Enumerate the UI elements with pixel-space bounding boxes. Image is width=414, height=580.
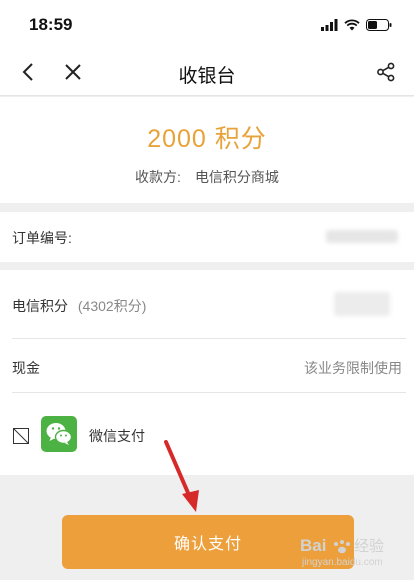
order-number-label: 订单编号:	[12, 230, 72, 246]
points-available: (4302积分)	[77, 298, 147, 314]
red-arrow-annotation	[164, 440, 199, 512]
divider	[12, 338, 406, 339]
cash-restriction-hint: 该业务限制使用	[304, 360, 402, 376]
share-button[interactable]	[372, 58, 400, 86]
share-icon	[377, 62, 395, 82]
wechat-pay-label: 微信支付	[89, 428, 145, 444]
payment-amount: 2000 积分	[147, 125, 267, 153]
svg-text:jingyan.baidu.com: jingyan.baidu.com	[301, 557, 383, 568]
signal-icon	[321, 19, 338, 31]
nav-bar: 收银台	[0, 48, 414, 96]
status-icons	[321, 19, 392, 31]
payee-label: 收款方:	[135, 169, 181, 185]
points-input-blurred[interactable]	[334, 292, 390, 316]
svg-text:Bai: Bai	[300, 536, 326, 555]
wechat-icon	[41, 416, 77, 452]
amount-card: 2000 积分 收款方: 电信积分商城	[0, 97, 414, 203]
watermark-logo: Bai 经验 jingyan.baidu.com	[300, 533, 404, 572]
points-label: 电信积分 (4302积分)	[12, 298, 147, 314]
checkbox-disabled-icon[interactable]	[13, 428, 29, 444]
order-number-value-blurred	[326, 230, 398, 243]
page-title: 收银台	[178, 66, 236, 87]
order-card: 订单编号:	[0, 212, 414, 262]
svg-text:经验: 经验	[354, 538, 384, 555]
wifi-icon	[344, 19, 360, 31]
battery-icon	[366, 19, 392, 31]
payee-name: 电信积分商城	[194, 169, 279, 185]
status-bar: 18:59	[0, 0, 414, 48]
payee: 收款方: 电信积分商城	[0, 167, 414, 187]
cash-label: 现金	[12, 360, 40, 376]
status-time: 18:59	[29, 15, 73, 34]
divider	[12, 392, 406, 393]
